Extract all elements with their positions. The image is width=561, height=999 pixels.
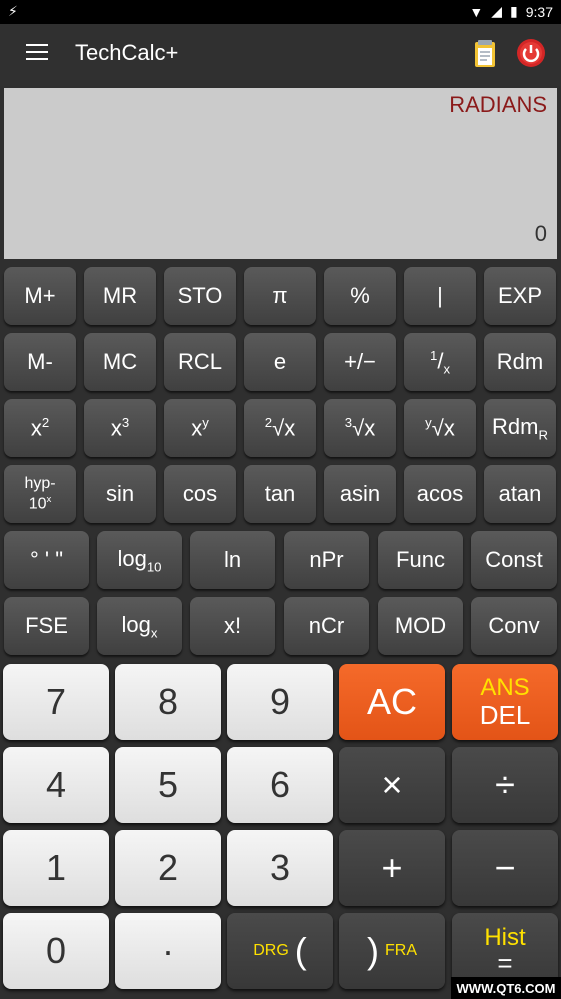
result-value: 0 bbox=[534, 221, 547, 246]
degrees-minutes-seconds-button[interactable]: ° ' " bbox=[4, 531, 89, 589]
hamburger-menu-icon[interactable] bbox=[26, 44, 48, 62]
acos-button[interactable]: acos bbox=[404, 465, 476, 523]
angle-mode-indicator: RADIANS bbox=[449, 92, 547, 117]
tan-button[interactable]: tan bbox=[244, 465, 316, 523]
subtract-button[interactable]: − bbox=[452, 830, 558, 906]
add-button[interactable]: + bbox=[339, 830, 445, 906]
exp-button[interactable]: EXP bbox=[484, 267, 556, 325]
power-button[interactable]: xy bbox=[164, 399, 236, 457]
status-bar: ⚡ ▼ ◢ ▮ 9:37 bbox=[0, 0, 561, 24]
clipboard-icon[interactable] bbox=[473, 38, 497, 68]
abs-button[interactable]: | bbox=[404, 267, 476, 325]
signal-icon: ◢ bbox=[491, 3, 503, 19]
memory-add-button[interactable]: M+ bbox=[4, 267, 76, 325]
hyp-10x-button[interactable]: hyp- 10x bbox=[4, 465, 76, 523]
digit-3-button[interactable]: 3 bbox=[227, 830, 333, 906]
e-button[interactable]: e bbox=[244, 333, 316, 391]
wifi-icon: ▼ bbox=[469, 3, 484, 20]
pi-button[interactable]: π bbox=[244, 267, 316, 325]
nth-root-button[interactable]: y√x bbox=[404, 399, 476, 457]
reciprocal-button[interactable]: 1/x bbox=[404, 333, 476, 391]
app-title: TechCalc+ bbox=[75, 40, 179, 65]
status-time: 9:37 bbox=[525, 3, 553, 20]
digit-5-button[interactable]: 5 bbox=[115, 747, 221, 823]
memory-clear-button[interactable]: MC bbox=[84, 333, 156, 391]
digit-9-button[interactable]: 9 bbox=[227, 664, 333, 740]
sin-button[interactable]: sin bbox=[84, 465, 156, 523]
const-button[interactable]: Const bbox=[471, 531, 557, 589]
plus-minus-button[interactable]: +/− bbox=[324, 333, 396, 391]
digit-6-button[interactable]: 6 bbox=[227, 747, 333, 823]
log10-button[interactable]: log10 bbox=[97, 531, 182, 589]
calculator-display: RADIANS 0 bbox=[4, 88, 557, 259]
digit-1-button[interactable]: 1 bbox=[3, 830, 109, 906]
cube-root-button[interactable]: 3√x bbox=[324, 399, 396, 457]
square-button[interactable]: x2 bbox=[4, 399, 76, 457]
fse-button[interactable]: FSE bbox=[4, 597, 89, 655]
divide-button[interactable]: ÷ bbox=[452, 747, 558, 823]
digit-4-button[interactable]: 4 bbox=[3, 747, 109, 823]
conv-button[interactable]: Conv bbox=[471, 597, 557, 655]
app-toolbar: TechCalc+ bbox=[0, 24, 561, 86]
func-button[interactable]: Func bbox=[378, 531, 463, 589]
npr-button[interactable]: nPr bbox=[284, 531, 369, 589]
cube-button[interactable]: x3 bbox=[84, 399, 156, 457]
store-button[interactable]: STO bbox=[164, 267, 236, 325]
digit-0-button[interactable]: 0 bbox=[3, 913, 109, 989]
atan-button[interactable]: atan bbox=[484, 465, 556, 523]
multiply-button[interactable]: × bbox=[339, 747, 445, 823]
digit-7-button[interactable]: 7 bbox=[3, 664, 109, 740]
watermark: WWW.QT6.COM bbox=[451, 977, 561, 999]
close-paren-fra-button[interactable]: ) FRA bbox=[339, 913, 445, 989]
drg-open-paren-button[interactable]: DRG ( bbox=[227, 913, 333, 989]
logx-button[interactable]: logx bbox=[97, 597, 182, 655]
random-button[interactable]: Rdm bbox=[484, 333, 556, 391]
recall-button[interactable]: RCL bbox=[164, 333, 236, 391]
notification-icon: ⚡ bbox=[8, 3, 18, 19]
random-range-button[interactable]: RdmR bbox=[484, 399, 556, 457]
square-root-button[interactable]: 2√x bbox=[244, 399, 316, 457]
mod-button[interactable]: MOD bbox=[378, 597, 463, 655]
factorial-button[interactable]: x! bbox=[190, 597, 275, 655]
cos-button[interactable]: cos bbox=[164, 465, 236, 523]
digit-8-button[interactable]: 8 bbox=[115, 664, 221, 740]
percent-button[interactable]: % bbox=[324, 267, 396, 325]
decimal-point-button[interactable]: · bbox=[115, 913, 221, 989]
all-clear-button[interactable]: AC bbox=[339, 664, 445, 740]
memory-recall-button[interactable]: MR bbox=[84, 267, 156, 325]
digit-2-button[interactable]: 2 bbox=[115, 830, 221, 906]
ncr-button[interactable]: nCr bbox=[284, 597, 369, 655]
ln-button[interactable]: ln bbox=[190, 531, 275, 589]
memory-subtract-button[interactable]: M- bbox=[4, 333, 76, 391]
ans-del-button[interactable]: ANS DEL bbox=[452, 664, 558, 740]
power-icon[interactable] bbox=[516, 38, 546, 68]
asin-button[interactable]: asin bbox=[324, 465, 396, 523]
battery-icon: ▮ bbox=[510, 3, 518, 19]
